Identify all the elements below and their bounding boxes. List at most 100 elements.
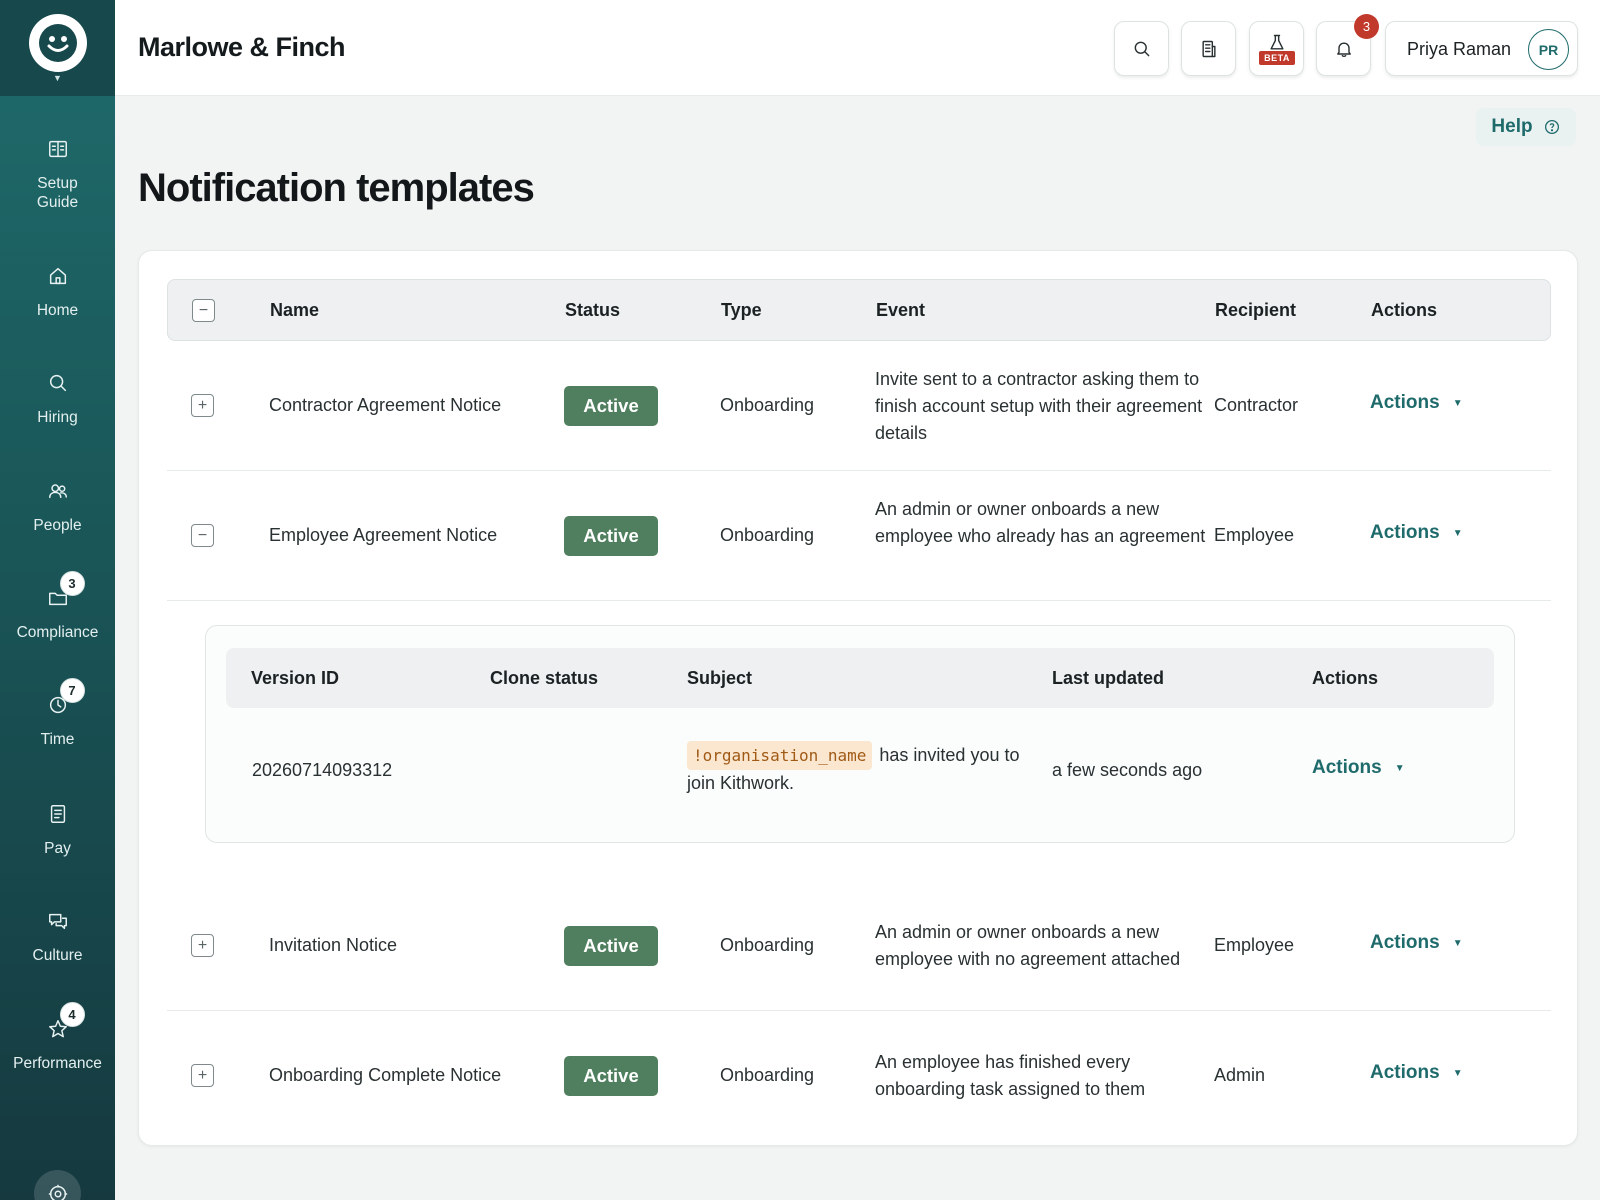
column-header-status[interactable]: Status: [565, 300, 620, 321]
time-count-badge: 7: [59, 678, 85, 703]
actions-label: Actions: [1370, 1062, 1440, 1083]
chat-icon: [45, 908, 71, 934]
chevron-down-icon: ▼: [53, 72, 62, 83]
template-recipient: Admin: [1214, 1065, 1266, 1085]
template-event: An employee has finished every onboardin…: [875, 1052, 1146, 1099]
sidebar-item-label: Time: [40, 731, 75, 748]
versions-table-header: Version ID Clone status Subject Last upd…: [226, 648, 1494, 708]
sidebar-item-setup-guide[interactable]: Setup Guide: [0, 136, 115, 212]
template-recipient: Employee: [1214, 525, 1295, 545]
row-actions-dropdown[interactable]: Actions ▼: [1370, 392, 1463, 414]
sidebar-item-label: Performance: [13, 1055, 102, 1072]
row-actions-dropdown[interactable]: Actions ▼: [1370, 1062, 1463, 1084]
notifications-button[interactable]: 3: [1316, 14, 1379, 76]
actions-label: Actions: [1370, 522, 1440, 543]
column-header-type[interactable]: Type: [721, 300, 762, 321]
column-header-version-actions: Actions: [1312, 668, 1379, 688]
logo-menu[interactable]: ▼: [0, 0, 115, 96]
sidebar: ▼ Setup Guide Home Hiring People 3 Compl…: [0, 0, 115, 1200]
search-icon: [1134, 41, 1149, 56]
sidebar-item-time[interactable]: 7 Time: [0, 678, 115, 749]
template-event: An admin or owner onboards a new employe…: [875, 922, 1181, 969]
sidebar-item-compliance[interactable]: 3 Compliance: [0, 571, 115, 642]
beta-tag: BETA: [1259, 51, 1295, 65]
help-button[interactable]: Help: [1476, 108, 1576, 146]
sidebar-item-label: Pay: [44, 840, 71, 857]
bell-icon: [1336, 41, 1351, 57]
column-header-last-updated: Last updated: [1052, 668, 1165, 688]
collapse-row-toggle[interactable]: −: [191, 524, 214, 547]
book-open-icon: [45, 136, 71, 162]
clock-icon: 7: [45, 678, 85, 718]
expand-row-toggle[interactable]: +: [191, 394, 214, 417]
template-variable-token: !organisation_name: [687, 741, 873, 770]
sidebar-item-performance[interactable]: 4 Performance: [0, 1002, 115, 1073]
collapse-all-toggle[interactable]: −: [192, 299, 215, 322]
column-header-name[interactable]: Name: [270, 300, 319, 321]
actions-label: Actions: [1312, 757, 1382, 778]
row-actions-dropdown[interactable]: Actions ▼: [1370, 932, 1463, 954]
sidebar-item-hiring[interactable]: Hiring: [0, 370, 115, 427]
search-button[interactable]: [1114, 21, 1169, 76]
column-header-version-id: Version ID: [251, 668, 340, 688]
sidebar-item-label: People: [33, 517, 82, 534]
column-header-event[interactable]: Event: [876, 300, 925, 321]
template-versions-panel: Version ID Clone status Subject Last upd…: [205, 625, 1515, 843]
company-docs-button[interactable]: [1181, 21, 1236, 76]
status-badge: Active: [564, 926, 658, 966]
caret-down-icon: ▼: [1452, 397, 1463, 409]
template-event: An admin or owner onboards a new employe…: [875, 499, 1206, 546]
page-title: Notification templates: [138, 166, 535, 210]
help-label: Help: [1491, 116, 1533, 137]
people-icon: [45, 478, 71, 504]
caret-down-icon: ▼: [1452, 1067, 1463, 1079]
template-type: Onboarding: [720, 525, 815, 545]
template-event: Invite sent to a contractor asking them …: [875, 369, 1203, 443]
search-icon: [45, 370, 71, 396]
table-header: − Name Status Type Event Recipient Actio…: [167, 279, 1551, 341]
building-document-icon: [1201, 40, 1216, 57]
smiley-logo-icon: [28, 13, 87, 72]
sidebar-item-label: Culture: [32, 947, 83, 964]
template-name: Onboarding Complete Notice: [269, 1065, 502, 1085]
version-actions-dropdown[interactable]: Actions ▼: [1312, 757, 1405, 779]
template-type: Onboarding: [720, 1065, 815, 1085]
table-row: + Invitation Notice Active Onboarding An…: [167, 881, 1551, 1011]
actions-label: Actions: [1370, 932, 1440, 953]
star-icon: 4: [45, 1002, 85, 1042]
sidebar-item-pay[interactable]: Pay: [0, 801, 115, 858]
template-recipient: Contractor: [1214, 395, 1299, 415]
flask-icon: [1269, 34, 1284, 50]
caret-down-icon: ▼: [1452, 937, 1463, 949]
performance-count-badge: 4: [59, 1002, 85, 1027]
template-name: Invitation Notice: [269, 935, 398, 955]
user-menu-button[interactable]: Priya Raman PR: [1385, 21, 1578, 76]
sidebar-item-label: Compliance: [16, 624, 99, 641]
column-header-subject: Subject: [687, 668, 753, 688]
folder-icon: 3: [45, 571, 85, 611]
table-row: + Onboarding Complete Notice Active Onbo…: [167, 1011, 1551, 1141]
settings-gear-button[interactable]: [34, 1170, 81, 1200]
template-type: Onboarding: [720, 395, 815, 415]
column-header-actions: Actions: [1371, 300, 1438, 320]
version-id: 20260714093312: [252, 760, 393, 780]
beta-labs-button[interactable]: BETA: [1249, 21, 1304, 76]
sidebar-item-culture[interactable]: Culture: [0, 908, 115, 965]
column-header-recipient[interactable]: Recipient: [1215, 300, 1296, 321]
notification-count-badge: 3: [1354, 14, 1379, 39]
table-row: − Employee Agreement Notice Active Onboa…: [167, 471, 1551, 601]
expand-row-toggle[interactable]: +: [191, 934, 214, 957]
actions-label: Actions: [1370, 392, 1440, 413]
last-updated: a few seconds ago: [1052, 760, 1203, 780]
sidebar-item-home[interactable]: Home: [0, 263, 115, 320]
compliance-count-badge: 3: [59, 571, 85, 596]
user-name: Priya Raman: [1407, 39, 1512, 59]
expand-row-toggle[interactable]: +: [191, 1064, 214, 1087]
caret-down-icon: ▼: [1394, 762, 1405, 774]
sidebar-item-people[interactable]: People: [0, 478, 115, 535]
template-type: Onboarding: [720, 935, 815, 955]
row-actions-dropdown[interactable]: Actions ▼: [1370, 522, 1463, 544]
sidebar-item-label: Hiring: [37, 409, 78, 426]
template-name: Employee Agreement Notice: [269, 525, 498, 545]
gear-icon: [48, 1184, 67, 1200]
